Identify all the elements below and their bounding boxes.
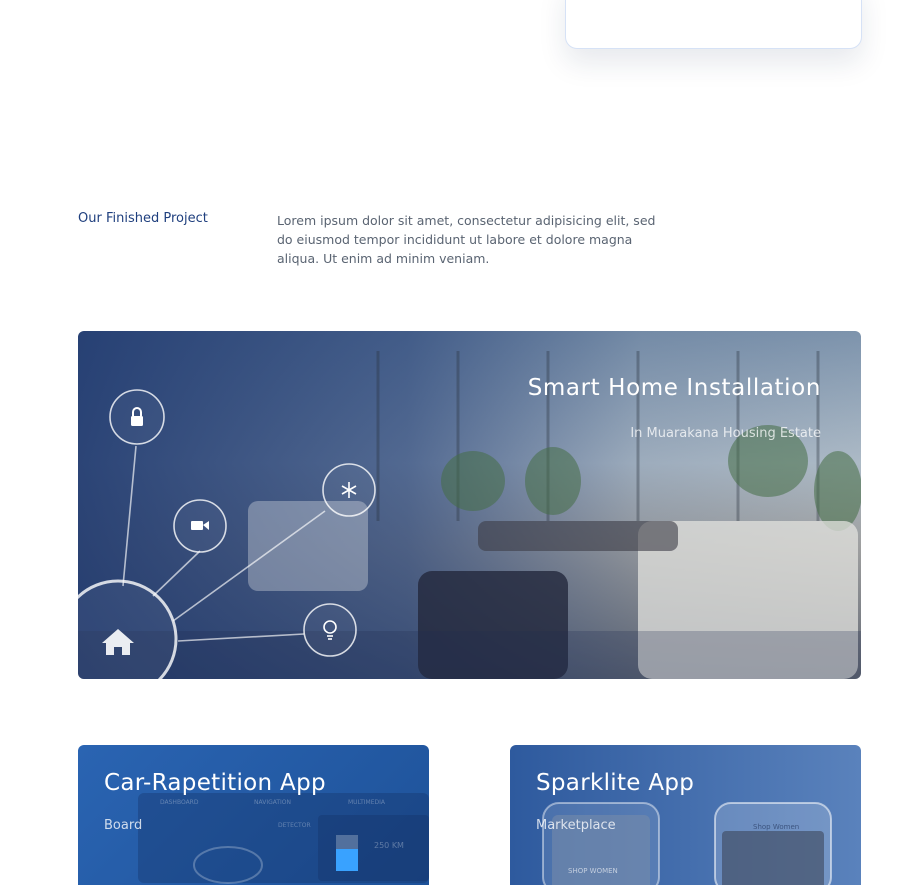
- hero-subtitle: In Muarakana Housing Estate: [630, 426, 821, 441]
- lock-icon[interactable]: [109, 389, 165, 445]
- project-card-sparklite[interactable]: SHOP WOMEN Shop Women Sparklite App Mark…: [510, 745, 861, 885]
- screen-label-dashboard: DASHBOARD: [160, 799, 199, 806]
- card-subtitle: Marketplace: [536, 818, 616, 833]
- lightbulb-icon[interactable]: [303, 603, 357, 657]
- home-icon[interactable]: [78, 579, 178, 679]
- screen-label-detector: DETECTOR: [278, 822, 311, 829]
- snowflake-icon[interactable]: [322, 463, 376, 517]
- screen-label-navigation: NAVIGATION: [254, 799, 291, 806]
- section-description: Lorem ipsum dolor sit amet, consectetur …: [277, 213, 656, 266]
- project-hero-card[interactable]: Smart Home Installation In Muarakana Hou…: [78, 331, 861, 679]
- phones-illustration: SHOP WOMEN Shop Women: [542, 802, 832, 885]
- section-label: Our Finished Project: [78, 211, 208, 226]
- card-title: Car-Rapetition App: [104, 770, 326, 796]
- screen-label-distance: 250 KM: [374, 841, 404, 850]
- camera-icon[interactable]: [173, 499, 227, 553]
- screen-label-shop-women-title: Shop Women: [753, 823, 799, 831]
- card-title: Sparklite App: [536, 770, 695, 796]
- screen-label-multimedia: MULTIMEDIA: [348, 799, 386, 806]
- car-dashboard-illustration: DASHBOARD NAVIGATION MULTIMEDIA DETECTOR…: [138, 793, 429, 884]
- hero-title: Smart Home Installation: [527, 375, 821, 401]
- project-card-car-rapetition[interactable]: DASHBOARD NAVIGATION MULTIMEDIA DETECTOR…: [78, 745, 429, 885]
- top-card: [565, 0, 862, 49]
- card-subtitle: Board: [104, 818, 143, 833]
